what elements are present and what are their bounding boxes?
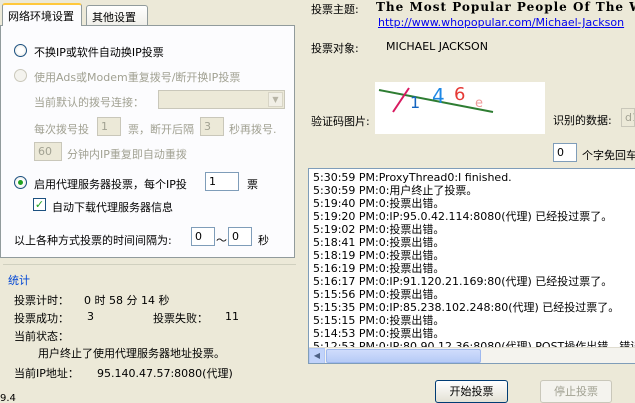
scroll-thumb[interactable] (326, 349, 481, 363)
captcha-label: 验证码图片: (311, 115, 370, 128)
use-proxy-radio[interactable] (14, 176, 27, 189)
captcha-image: 1 4 6 e (375, 82, 495, 134)
log-line: 5:16:17 PM:0:IP:91.120.21.169:80(代理) 已经投… (313, 275, 613, 288)
status-value: 用户终止了使用代理服务器地址投票。 (38, 347, 225, 360)
adsl-redial-radio[interactable] (14, 69, 27, 82)
object-value: MICHAEL JACKSON (386, 40, 488, 53)
topic-value: The Most Popular People Of The W (376, 0, 635, 14)
tab-network-settings[interactable]: 网络环境设置 (2, 3, 82, 26)
start-vote-button[interactable]: 开始投票 (435, 380, 508, 403)
captcha-noise-line (392, 87, 410, 113)
repeat-minutes-field[interactable]: 60 (34, 142, 62, 161)
current-dial-label: 当前默认的拨号连接： (34, 96, 144, 109)
recognized-label: 识别的数据: (553, 114, 612, 127)
ip-label: 当前IP地址： (14, 367, 79, 380)
chevron-down-icon: ▼ (268, 92, 283, 107)
repeat-suffix: 分钟内IP重复即自动重拨 (67, 148, 187, 161)
log-line: 5:19:40 PM:0:投票出错。 (313, 197, 445, 210)
topic-url-link[interactable]: http://www.whopopular.com/Michael-Jackso… (378, 16, 624, 29)
stats-title: 统计 (8, 274, 30, 287)
skip-count-field[interactable]: 0 (553, 143, 577, 162)
success-label: 投票成功： (14, 312, 69, 325)
topic-label: 投票主题: (311, 3, 359, 16)
log-line: 5:19:20 PM:0:IP:95.0.42.114:8080(代理) 已经投… (313, 210, 613, 223)
log-line: 5:15:15 PM:0:投票出错。 (313, 314, 445, 327)
log-line: 5:30:59 PM:0:用户终止了投票。 (313, 184, 478, 197)
log-line: 5:15:35 PM:0:IP:85.238.102.248:80(代理) 已经… (313, 301, 620, 314)
status-label: 当前状态： (14, 330, 69, 343)
wait-seconds-field[interactable]: 3 (200, 117, 224, 136)
dial-count-field[interactable]: 1 (97, 117, 121, 136)
no-ip-change-label: 不换IP或软件自动换IP投票 (34, 46, 164, 59)
log-line: 5:16:19 PM:0:投票出错。 (313, 262, 445, 275)
use-proxy-label: 启用代理服务器投票，每个IP投 (34, 178, 187, 191)
auto-download-proxy-checkbox[interactable]: ✓ (33, 198, 46, 211)
interval-sep: ～ (216, 234, 227, 247)
recognized-field[interactable]: d1 (621, 108, 635, 127)
object-label: 投票对象: (311, 42, 359, 55)
stats-group-divider (3, 264, 296, 265)
log-line: 5:14:53 PM:0:投票出错。 (313, 327, 445, 340)
captcha-char: e (475, 96, 483, 111)
log-horizontal-scrollbar[interactable]: ◀ (309, 347, 635, 363)
captcha-side-panel (495, 82, 545, 134)
fail-value: 11 (225, 310, 239, 323)
success-value: 3 (87, 310, 94, 323)
log-line: 5:18:19 PM:0:投票出错。 (313, 249, 445, 262)
chevron-left-icon[interactable]: ◀ (309, 348, 325, 363)
tab-label: 网络环境设置 (8, 10, 74, 23)
interval-label: 以上各种方式投票的时间间隔为: (14, 234, 172, 247)
captcha-char: 4 (432, 84, 445, 108)
per-ip-votes-field[interactable]: 1 (205, 172, 239, 191)
dial-every-mid: 票，断开后隔 (128, 123, 194, 136)
log-line: 5:18:41 PM:0:投票出错。 (313, 236, 445, 249)
skip-label: 个字免回车 (582, 149, 635, 162)
captcha-char: 1 (410, 93, 420, 112)
log-line: 5:19:02 PM:0:投票出错。 (313, 223, 445, 236)
dial-every-suffix: 秒再拨号. (229, 123, 277, 136)
log-line: 5:15:56 PM:0:投票出错。 (313, 288, 445, 301)
no-ip-change-radio[interactable] (14, 44, 27, 57)
per-ip-unit: 票 (247, 178, 258, 191)
fail-label: 投票失败： (153, 312, 208, 325)
interval-unit: 秒 (258, 234, 269, 247)
log-list[interactable]: 5:30:59 PM:ProxyThread0:I finished. 5:30… (308, 168, 635, 364)
auto-download-proxy-label: 自动下载代理服务器信息 (52, 201, 173, 214)
captcha-image: 1 4 6 e (378, 84, 494, 113)
adsl-redial-label: 使用Ads或Modem重复拨号/断开换IP投票 (34, 71, 241, 84)
captcha-char: 6 (454, 84, 465, 105)
tab-label: 其他设置 (92, 11, 136, 24)
ip-value: 95.140.47.57:8080(代理) (97, 367, 233, 380)
vote-time-label: 投票计时： (14, 294, 69, 307)
interval-max-field[interactable]: 0 (228, 227, 252, 246)
stop-vote-button[interactable]: 停止投票 (540, 380, 612, 403)
version-label: 9.4 (0, 393, 16, 403)
vote-time-value: 0 时 58 分 14 秒 (84, 294, 170, 307)
dial-connection-select[interactable]: ▼ (158, 90, 285, 109)
log-line: 5:30:59 PM:ProxyThread0:I finished. (313, 171, 512, 184)
dial-every-prefix: 每次拨号投 (34, 123, 89, 136)
tab-other-settings[interactable]: 其他设置 (86, 5, 148, 25)
interval-min-field[interactable]: 0 (191, 227, 215, 246)
